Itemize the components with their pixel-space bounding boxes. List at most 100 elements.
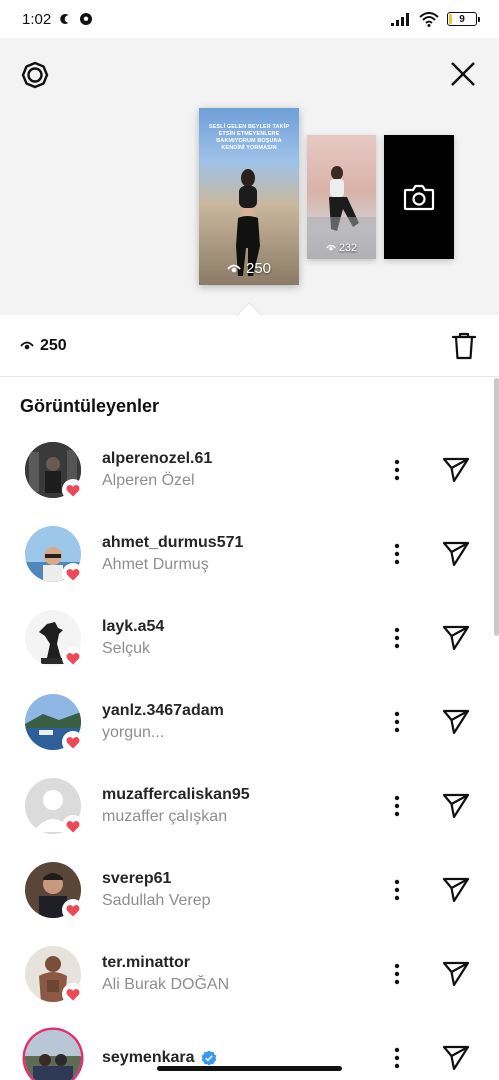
status-bar: 1:02 9 [0,0,499,38]
username-text: ahmet_durmus571 [102,534,244,551]
viewer-username[interactable]: layk.a54 [102,618,164,636]
viewer-row[interactable]: alperenozel.61 Alperen Özel [0,428,499,512]
story-views-overlay: 250 [199,260,299,277]
eye-icon [326,244,336,251]
viewer-row[interactable]: yanlz.3467adam yorgun... [0,680,499,764]
send-message-button[interactable] [440,539,472,569]
soccer-ball-icon [80,13,93,25]
send-message-button[interactable] [440,959,472,989]
settings-button[interactable] [16,56,54,94]
more-options-button[interactable] [386,872,408,908]
avatar-wrap [25,778,84,837]
more-options-button[interactable] [386,788,408,824]
gear-icon [21,61,49,89]
send-message-button[interactable] [440,791,472,821]
heart-icon [66,568,80,580]
viewer-username[interactable]: muzaffercaliskan95 [102,786,250,804]
more-vertical-icon [394,795,400,817]
send-message-button[interactable] [440,707,472,737]
avatar-wrap [25,946,84,1005]
send-icon [442,793,470,819]
views-summary: 250 [20,337,67,355]
heart-icon [66,904,80,916]
viewer-fullname: yorgun... [102,724,165,741]
viewer-row[interactable]: sverep61 Sadullah Verep [0,848,499,932]
battery-percent: 9 [459,13,465,25]
story-caption: SESLİ GELEN BEYLER TAKİP ETSİN ETMEYENLE… [208,124,290,151]
story-views-count: 232 [338,242,358,254]
viewer-text: sverep61 Sadullah Verep [102,870,211,910]
more-options-button[interactable] [386,620,408,656]
send-icon [442,877,470,903]
more-options-button[interactable] [386,1040,408,1076]
send-message-button[interactable] [440,455,472,485]
heart-icon [66,652,80,664]
viewer-username[interactable]: alperenozel.61 [102,450,212,468]
username-text: yanlz.3467adam [102,702,224,719]
more-vertical-icon [394,963,400,985]
viewer-text: ter.minattor Ali Burak DOĞAN [102,954,229,994]
send-icon [442,1045,470,1071]
send-icon [442,709,470,735]
viewer-row[interactable]: layk.a54 Selçuk [0,596,499,680]
username-text: ter.minattor [102,954,191,971]
eye-icon [20,341,34,349]
viewer-text: alperenozel.61 Alperen Özel [102,450,212,490]
viewers-section-title: Görüntüleyenler [20,396,160,416]
trash-icon [452,332,476,359]
liked-badge [62,815,84,837]
avatar-wrap [25,1030,81,1080]
viewer-fullname: Sadullah Verep [102,892,211,909]
close-button[interactable] [445,56,481,92]
username-text: alperenozel.61 [102,450,213,467]
send-icon [442,457,470,483]
send-message-button[interactable] [440,623,472,653]
status-left: 1:02 [22,11,93,28]
home-indicator[interactable] [157,1066,342,1071]
signal-icon [391,12,409,26]
viewer-row[interactable]: ter.minattor Ali Burak DOĞAN [0,932,499,1016]
avatar-wrap [25,442,84,501]
liked-badge [62,479,84,501]
liked-badge [62,731,84,753]
viewer-username[interactable]: ahmet_durmus571 [102,534,243,552]
story-preview-area: SESLİ GELEN BEYLER TAKİP ETSİN ETMEYENLE… [0,38,499,316]
delete-story-button[interactable] [449,329,479,363]
story-thumbnail-selected[interactable]: SESLİ GELEN BEYLER TAKİP ETSİN ETMEYENLE… [199,108,299,285]
viewer-username[interactable]: sverep61 [102,870,211,888]
send-message-button[interactable] [440,875,472,905]
close-icon [451,62,475,86]
heart-icon [66,736,80,748]
more-vertical-icon [394,627,400,649]
more-options-button[interactable] [386,704,408,740]
story-thumbnail[interactable]: 232 [307,135,376,259]
viewers-list: alperenozel.61 Alperen Özel ahmet_durmus… [0,428,499,1080]
viewer-username[interactable]: yanlz.3467adam [102,702,224,720]
story-views-count: 250 [245,260,272,277]
viewer-row[interactable]: muzaffercaliskan95 muzaffer çalışkan [0,764,499,848]
username-text: layk.a54 [102,618,165,635]
more-options-button[interactable] [386,536,408,572]
avatar-image [25,1030,81,1080]
send-icon [442,541,470,567]
send-icon [442,961,470,987]
more-options-button[interactable] [386,956,408,992]
add-story-button[interactable] [384,135,454,259]
viewer-fullname: Selçuk [102,640,151,657]
avatar-wrap [25,610,84,669]
viewer-username[interactable]: ter.minattor [102,954,229,972]
viewer-row[interactable]: ahmet_durmus571 Ahmet Durmuş [0,512,499,596]
status-right: 9 [391,11,480,27]
avatar[interactable] [25,1030,81,1080]
heart-icon [66,484,80,496]
viewer-text: ahmet_durmus571 Ahmet Durmuş [102,534,243,574]
more-vertical-icon [394,459,400,481]
viewer-username[interactable]: seymenkara [102,1049,217,1067]
more-vertical-icon [394,711,400,733]
heart-icon [66,820,80,832]
viewer-fullname: Ahmet Durmuş [102,556,209,573]
more-vertical-icon [394,543,400,565]
more-vertical-icon [394,1047,400,1069]
more-options-button[interactable] [386,452,408,488]
send-message-button[interactable] [440,1043,472,1073]
